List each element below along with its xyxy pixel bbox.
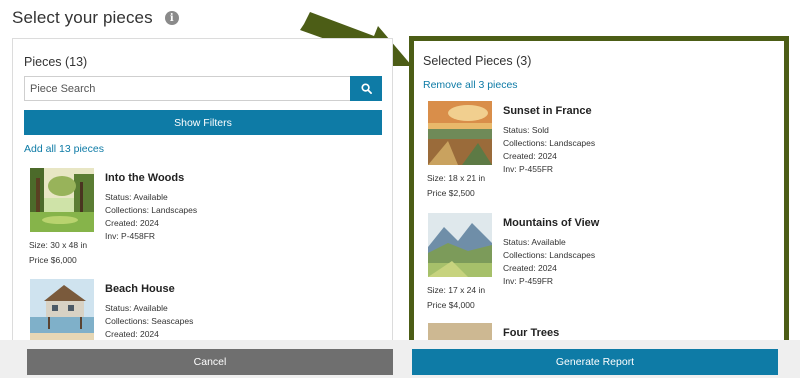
page-title: Select your pieces (12, 8, 153, 27)
piece-info: Four Trees (503, 327, 559, 340)
piece-status: Status: Available (105, 192, 168, 202)
piece-name: Four Trees (503, 327, 560, 339)
piece-price: Price $4,000 (427, 300, 475, 310)
piece-price: Price $6,000 (29, 255, 77, 265)
add-all-pieces-link[interactable]: Add all 13 pieces (24, 143, 104, 155)
piece-inventory: Inv: P-455FR (503, 164, 554, 174)
artwork-thumbnail[interactable] (428, 213, 492, 277)
piece-meta: Size: 30 x 48 in Price $6,000 (29, 238, 87, 268)
piece-info: Into the Woods Status: Available Collect… (105, 172, 197, 243)
page-header: Select your pieces i (12, 6, 179, 30)
piece-name: Mountains of View (503, 217, 600, 229)
info-icon[interactable]: i (164, 11, 179, 25)
piece-name: Sunset in France (503, 105, 592, 117)
piece-size: Size: 17 x 24 in (427, 285, 486, 295)
generate-report-button[interactable]: Generate Report (412, 349, 778, 375)
piece-created: Created: 2024 (503, 263, 557, 273)
piece-meta: Size: 17 x 24 in Price $4,000 (427, 283, 485, 313)
piece-info: Sunset in France Status: Sold Collection… (503, 105, 595, 176)
piece-price: Price $2,500 (427, 188, 475, 198)
cancel-button[interactable]: Cancel (27, 349, 393, 375)
search-row (24, 76, 382, 101)
piece-collections: Collections: Landscapes (503, 138, 596, 148)
artwork-thumbnail[interactable] (428, 323, 492, 340)
piece-size: Size: 30 x 48 in (29, 240, 88, 250)
show-filters-button[interactable]: Show Filters (24, 110, 382, 135)
piece-status: Status: Sold (503, 125, 549, 135)
pieces-heading: Pieces (13) (24, 55, 88, 69)
piece-created: Created: 2024 (503, 151, 557, 161)
piece-info: Mountains of View Status: Available Coll… (503, 217, 599, 288)
piece-inventory: Inv: P-458FR (105, 231, 156, 241)
piece-collections: Collections: Landscapes (105, 205, 198, 215)
pieces-panel: Pieces (13) Show Filters Add all 13 piec… (12, 38, 393, 340)
piece-collections: Collections: Landscapes (503, 250, 596, 260)
artwork-thumbnail[interactable] (428, 101, 492, 165)
piece-name: Into the Woods (105, 172, 185, 184)
piece-inventory: Inv: P-459FR (503, 276, 554, 286)
piece-info: Beach House Status: Available Collection… (105, 283, 193, 340)
piece-status: Status: Available (105, 303, 168, 313)
piece-size: Size: 18 x 21 in (427, 173, 486, 183)
piece-search-input[interactable] (24, 76, 350, 101)
piece-status: Status: Available (503, 237, 566, 247)
artwork-thumbnail[interactable] (30, 168, 94, 232)
search-button[interactable] (350, 76, 382, 101)
search-icon (360, 83, 372, 94)
piece-collections: Collections: Seascapes (105, 316, 194, 326)
piece-meta: Size: 18 x 21 in Price $2,500 (427, 171, 485, 201)
piece-created: Created: 2024 (105, 218, 159, 228)
selected-pieces-heading: Selected Pieces (3) (423, 54, 532, 68)
remove-all-pieces-link[interactable]: Remove all 3 pieces (423, 79, 518, 91)
piece-created: Created: 2024 (105, 329, 159, 339)
selected-pieces-panel: Selected Pieces (3) Remove all 3 pieces … (409, 36, 789, 340)
piece-name: Beach House (105, 283, 175, 295)
artwork-thumbnail[interactable] (30, 279, 94, 340)
